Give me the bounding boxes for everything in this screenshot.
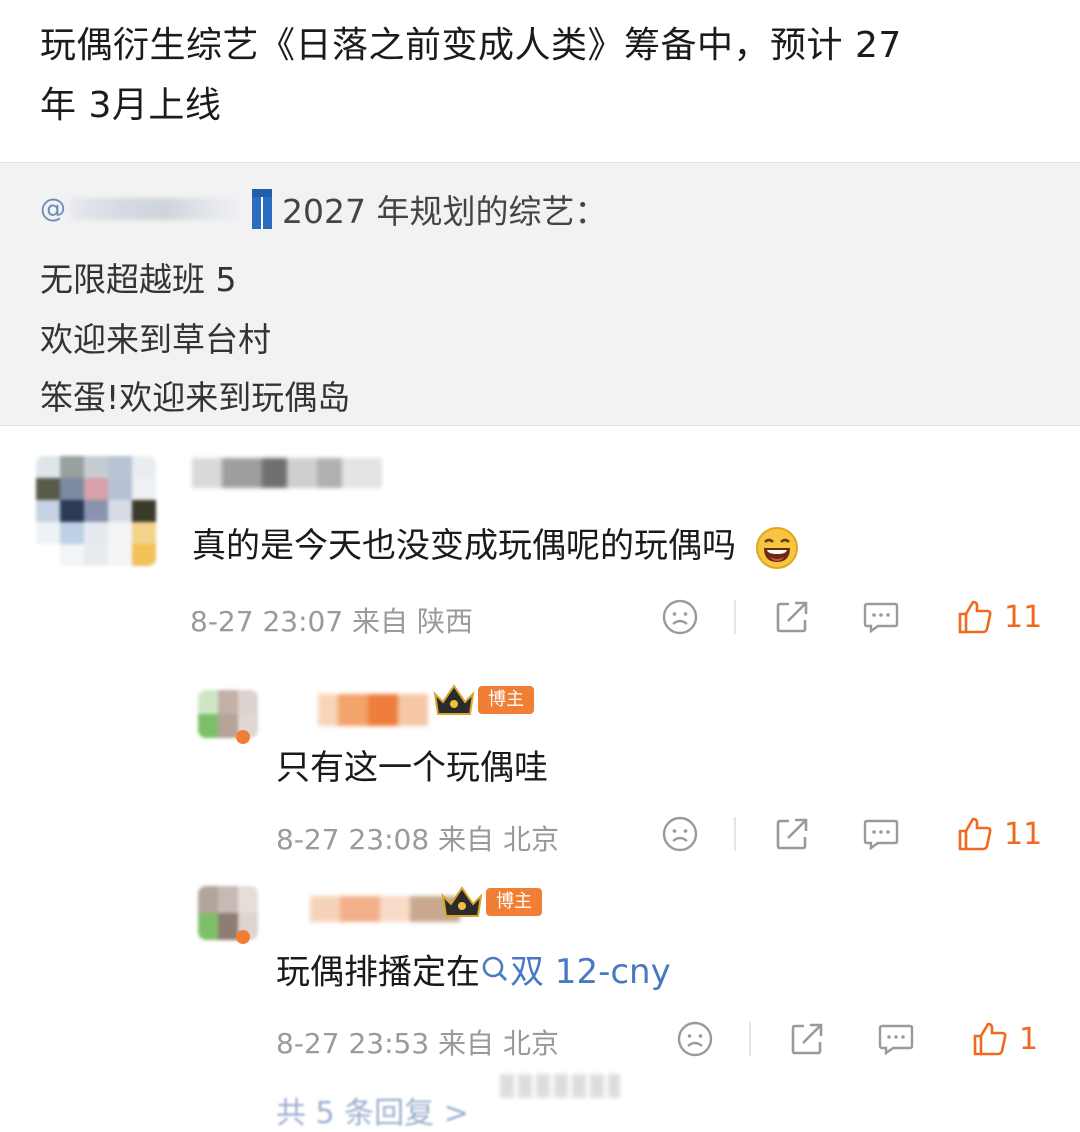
like-button[interactable]: 1 (971, 1020, 1038, 1058)
verified-badge-icon (236, 730, 250, 744)
thumbs-up-icon (973, 1022, 1007, 1056)
search-topic-link[interactable]: 双 12-cny (480, 944, 671, 993)
avatar[interactable] (36, 456, 156, 566)
crown-icon (433, 684, 475, 715)
comment-text: 真的是今天也没变成玩偶呢的玩偶吗 (192, 518, 799, 570)
like-count: 11 (1004, 599, 1043, 635)
blogger-badge-label: 博主 (486, 888, 542, 916)
thumbs-up-icon (958, 600, 992, 634)
share-button[interactable] (789, 1021, 825, 1057)
blurred-username[interactable] (192, 458, 382, 488)
like-count: 11 (1004, 816, 1043, 852)
blogger-badge: 博主 (440, 884, 542, 920)
dislike-button[interactable] (660, 598, 700, 636)
reply-button[interactable] (862, 816, 900, 852)
crown-icon (441, 886, 483, 917)
share-icon (791, 1023, 823, 1055)
jeans-emoji-icon (250, 189, 274, 229)
share-button[interactable] (774, 816, 810, 852)
quoted-post-header: @ 2027 年规划的综艺： (40, 185, 607, 233)
divider (749, 1022, 751, 1056)
comment-text-content: 真的是今天也没变成玩偶呢的玩偶吗 (192, 526, 736, 566)
reply-text: 只有这一个玩偶哇 (276, 748, 548, 788)
blurred-mention[interactable]: @ (40, 194, 240, 224)
comment-bubble-icon (863, 819, 899, 851)
quoted-post[interactable]: @ 2027 年规划的综艺： 无限超越班 5 欢迎来到草台村 笨蛋!欢迎来到玩偶… (0, 162, 1080, 426)
quoted-list-item: 欢迎来到草台村 (40, 320, 271, 359)
search-topic-text: 双 12-cny (510, 952, 671, 992)
reply-actions: 11 (660, 815, 1042, 853)
comment-bubble-icon (863, 602, 899, 634)
search-icon (482, 956, 507, 981)
like-button[interactable]: 11 (956, 815, 1042, 853)
frown-face-icon (662, 599, 698, 635)
reply-meta: 8-27 23:08 来自 北京 (276, 823, 559, 856)
verified-badge-icon (236, 930, 250, 944)
comment-actions: 11 (660, 598, 1042, 636)
dislike-button[interactable] (675, 1020, 715, 1058)
share-button[interactable] (774, 599, 810, 635)
reply-button[interactable] (877, 1021, 915, 1057)
blogger-badge-label: 博主 (478, 686, 534, 714)
divider (734, 817, 736, 851)
comment-bubble-icon (878, 1024, 914, 1056)
share-icon (776, 601, 808, 633)
post-title-line-2: 年 3月上线 (40, 85, 222, 126)
share-icon (776, 818, 808, 850)
thumbs-up-icon (958, 817, 992, 851)
more-replies-link[interactable]: 共 5 条回复 > (276, 1088, 469, 1132)
post-title-line-1: 玩偶衍生综艺《日落之前变成人类》筹备中，预计 27 (40, 25, 902, 66)
reply-avatar[interactable] (198, 690, 258, 738)
blurred-username[interactable] (318, 694, 428, 726)
quoted-list-item: 笨蛋!欢迎来到玩偶岛 (40, 378, 351, 417)
post-title: 玩偶衍生综艺《日落之前变成人类》筹备中，预计 27 年 3月上线 (40, 16, 1040, 136)
frown-face-icon (662, 816, 698, 852)
reply-meta: 8-27 23:53 来自 北京 (276, 1027, 559, 1060)
reply-text-prefix: 玩偶排播定在 (276, 952, 480, 993)
reply-avatar[interactable] (198, 886, 258, 940)
watermark (500, 1074, 620, 1098)
laughing-emoji-icon (755, 526, 798, 569)
blurred-username[interactable] (310, 896, 460, 922)
dislike-button[interactable] (660, 815, 700, 853)
like-count: 1 (1019, 1021, 1039, 1057)
divider (734, 600, 736, 634)
like-button[interactable]: 11 (956, 598, 1042, 636)
reply-button[interactable] (862, 599, 900, 635)
reply-text: 玩偶排播定在双 12-cny (276, 944, 671, 994)
quoted-post-heading: 2027 年规划的综艺： (282, 192, 608, 231)
blogger-badge: 博主 (432, 682, 534, 718)
comment-meta: 8-27 23:07 来自 陕西 (190, 605, 473, 638)
reply-actions: 1 (675, 1020, 1038, 1058)
frown-face-icon (677, 1021, 713, 1057)
quoted-list-item: 无限超越班 5 (40, 260, 237, 299)
